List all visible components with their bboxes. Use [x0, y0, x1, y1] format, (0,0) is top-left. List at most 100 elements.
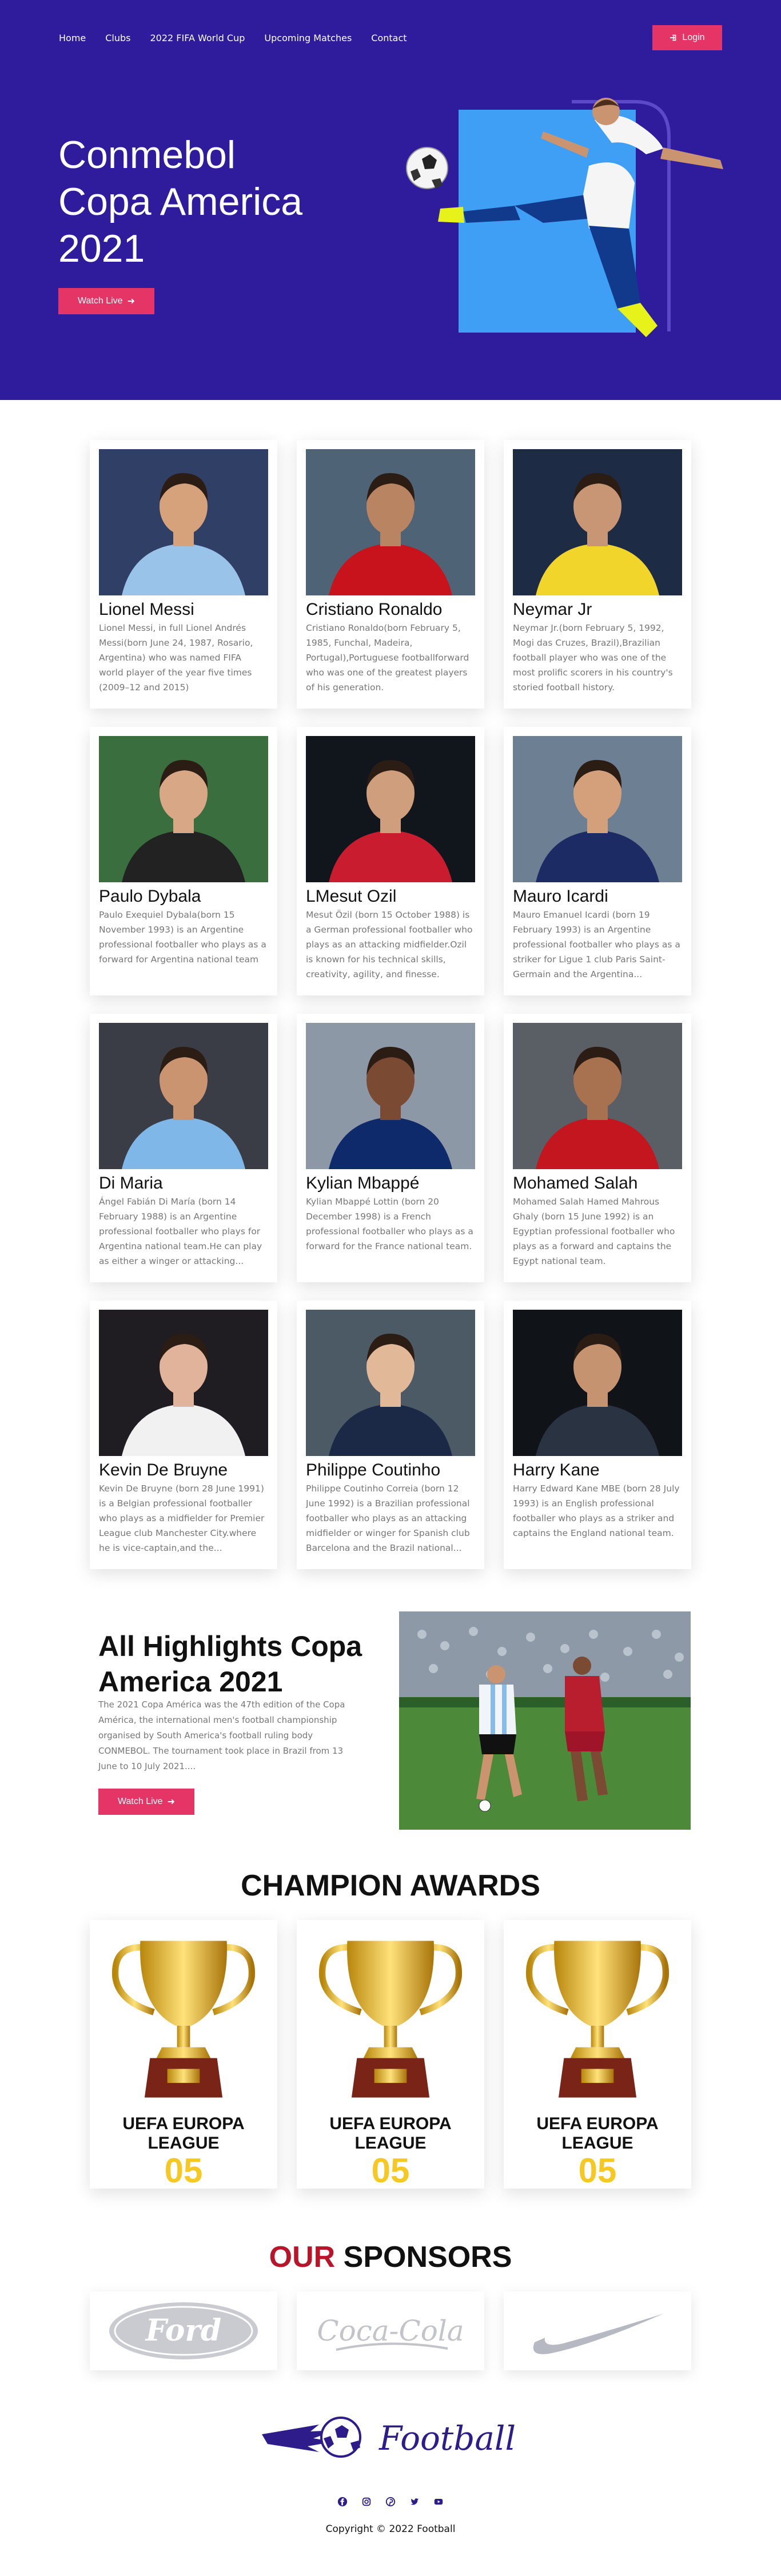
- player-name: Kevin De Bruyne: [99, 1461, 228, 1479]
- player-name: Kylian Mbappé: [306, 1174, 420, 1193]
- player-bio: Ángel Fabián Di María (born 14 February …: [99, 1197, 262, 1266]
- player-card[interactable]: Paulo Dybala Paulo Exequiel Dybala(born 1…: [90, 727, 277, 995]
- social-links: [0, 2494, 781, 2509]
- sponsor-coca-cola[interactable]: Coca-Cola: [297, 2291, 484, 2370]
- pinterest-icon[interactable]: [383, 2494, 398, 2509]
- award-card: UEFA EUROPA LEAGUE 05: [90, 1920, 277, 2189]
- player-card[interactable]: Neymar Jr Neymar Jr.(born February 5, 199…: [504, 440, 691, 709]
- award-count: 05: [371, 2151, 410, 2190]
- hero-title-line-1: Conmebol: [58, 133, 236, 177]
- hero-section: Home Clubs 2022 FIFA World Cup Upcoming …: [0, 0, 781, 400]
- player-bio: Harry Edward Kane MBE (born 28 July 1993…: [513, 1483, 680, 1538]
- player-card[interactable]: Di Maria Ángel Fabián Di María (born 14 F…: [90, 1014, 277, 1282]
- highlights-watch-live-button[interactable]: Watch Live ➜: [98, 1789, 194, 1815]
- player-photo: [513, 1310, 682, 1456]
- page: Home Clubs 2022 FIFA World Cup Upcoming …: [0, 0, 781, 2576]
- player-card[interactable]: Kylian Mbappé Kylian Mbappé Lottin (born …: [297, 1014, 484, 1282]
- player-photo: [99, 736, 268, 882]
- sponsor-logos: Ford Coca-Cola: [90, 2291, 691, 2370]
- nav-world-cup[interactable]: 2022 FIFA World Cup: [150, 33, 245, 43]
- facebook-icon[interactable]: [335, 2494, 350, 2509]
- login-label: Login: [682, 33, 705, 42]
- player-bio: Mohamed Salah Hamed Mahrous Ghaly (born …: [513, 1197, 675, 1266]
- player-photo: [306, 1310, 475, 1456]
- login-icon: [670, 34, 676, 41]
- player-name: Di Maria: [99, 1174, 163, 1193]
- player-photo: [513, 736, 682, 882]
- player-name: Harry Kane: [513, 1461, 600, 1479]
- twitter-icon[interactable]: [407, 2494, 422, 2509]
- hero-title: Conmebol Copa America 2021: [58, 131, 378, 272]
- sponsors-title-accent: OUR: [269, 2241, 336, 2274]
- player-name: Paulo Dybala: [99, 887, 201, 906]
- player-name: Lionel Messi: [99, 600, 194, 619]
- player-photo: [306, 1023, 475, 1169]
- award-name: UEFA EUROPA LEAGUE: [329, 2114, 452, 2153]
- player-bio: Paulo Exequiel Dybala(born 15 November 1…: [99, 910, 266, 965]
- player-photo: [513, 1023, 682, 1169]
- player-photo: [99, 1023, 268, 1169]
- arrow-right-icon: ➜: [127, 297, 135, 306]
- youtube-icon[interactable]: [431, 2494, 446, 2509]
- player-card[interactable]: Harry Kane Harry Edward Kane MBE (born 28…: [504, 1301, 691, 1569]
- nav-contact[interactable]: Contact: [371, 33, 407, 43]
- nike-swoosh-icon: [533, 2314, 663, 2354]
- award-card: UEFA EUROPA LEAGUE 05: [504, 1920, 691, 2189]
- player-name: LMesut Ozil: [306, 887, 397, 906]
- trophy-icon: [111, 1941, 256, 2098]
- footer-brand-logo[interactable]: Football: [256, 2409, 531, 2466]
- player-photo: [306, 736, 475, 882]
- awards-grid: UEFA EUROPA LEAGUE 05 UEFA EUROPA LEAGUE 05…: [90, 1920, 691, 2189]
- highlights-section: All Highlights Copa America 2021 The 202…: [98, 1611, 691, 1830]
- coca-cola-logo: Coca-Cola: [317, 2314, 464, 2351]
- watch-live-label: Watch Live: [118, 1797, 163, 1806]
- nav-clubs[interactable]: Clubs: [105, 33, 130, 43]
- award-name: UEFA EUROPA LEAGUE: [536, 2114, 659, 2153]
- player-bio: Philippe Coutinho Correia (born 12 June …: [306, 1483, 470, 1553]
- player-bio: Kevin De Bruyne (born 28 June 1991) is a…: [99, 1483, 265, 1553]
- login-button[interactable]: Login: [652, 25, 722, 50]
- hero-title-line-3: 2021: [58, 227, 145, 270]
- player-photo: [513, 449, 682, 595]
- player-name: Philippe Coutinho: [306, 1461, 441, 1479]
- ford-logo: Ford: [109, 2302, 258, 2359]
- copyright-text: Copyright © 2022 Football: [325, 2523, 456, 2535]
- player-card[interactable]: Lionel Messi Lionel Messi, in full Lionel…: [90, 440, 277, 709]
- highlights-title: All Highlights Copa America 2021: [98, 1630, 362, 1698]
- player-card[interactable]: Cristiano Ronaldo Cristiano Ronaldo(born …: [297, 440, 484, 709]
- sponsor-nike[interactable]: [504, 2291, 691, 2370]
- footer-brand-name: Football: [378, 2419, 516, 2458]
- player-name: Mauro Icardi: [513, 887, 608, 906]
- nav-home[interactable]: Home: [59, 33, 86, 43]
- player-bio: Mesut Özil (born 15 October 1988) is a G…: [306, 910, 473, 979]
- player-bio: Mauro Emanuel Icardi (born 19 February 1…: [513, 910, 680, 979]
- player-name: Mohamed Salah: [513, 1174, 638, 1193]
- nav-upcoming-matches[interactable]: Upcoming Matches: [264, 33, 352, 43]
- player-name: Cristiano Ronaldo: [306, 600, 443, 619]
- arrow-right-icon: ➜: [167, 1797, 175, 1807]
- player-card[interactable]: Philippe Coutinho Philippe Coutinho Corre…: [297, 1301, 484, 1569]
- top-nav: Home Clubs 2022 FIFA World Cup Upcoming …: [59, 24, 722, 51]
- trophy-icon: [525, 1941, 670, 2098]
- ford-logo-text: Ford: [145, 2313, 222, 2348]
- watch-live-label: Watch Live: [78, 296, 123, 306]
- instagram-icon[interactable]: [359, 2494, 374, 2509]
- sponsor-ford[interactable]: Ford: [90, 2291, 277, 2370]
- highlights-description: The 2021 Copa América was the 47th editi…: [98, 1699, 345, 1771]
- player-bio: Neymar Jr.(born February 5, 1992, Mogi d…: [513, 623, 673, 693]
- award-name: UEFA EUROPA LEAGUE: [122, 2114, 245, 2153]
- hero-title-line-2: Copa America: [58, 180, 303, 223]
- player-grid: Lionel Messi Lionel Messi, in full Lionel…: [90, 440, 691, 1569]
- player-card[interactable]: Mohamed Salah Mohamed Salah Hamed Mahrous…: [504, 1014, 691, 1282]
- awards-title: CHAMPION AWARDS: [241, 1869, 540, 1902]
- coca-cola-logo-text: Coca-Cola: [317, 2314, 464, 2347]
- hero-player-illustration: [406, 98, 723, 337]
- sponsors-title-rest: SPONSORS: [343, 2241, 512, 2274]
- award-count: 05: [164, 2151, 203, 2190]
- highlights-match-photo: [399, 1611, 691, 1830]
- hero-watch-live-button[interactable]: Watch Live ➜: [58, 288, 154, 314]
- player-card[interactable]: LMesut Ozil Mesut Özil (born 15 October 1…: [297, 727, 484, 995]
- player-photo: [99, 449, 268, 595]
- player-card[interactable]: Mauro Icardi Mauro Emanuel Icardi (born 1…: [504, 727, 691, 995]
- player-card[interactable]: Kevin De Bruyne Kevin De Bruyne (born 28 …: [90, 1301, 277, 1569]
